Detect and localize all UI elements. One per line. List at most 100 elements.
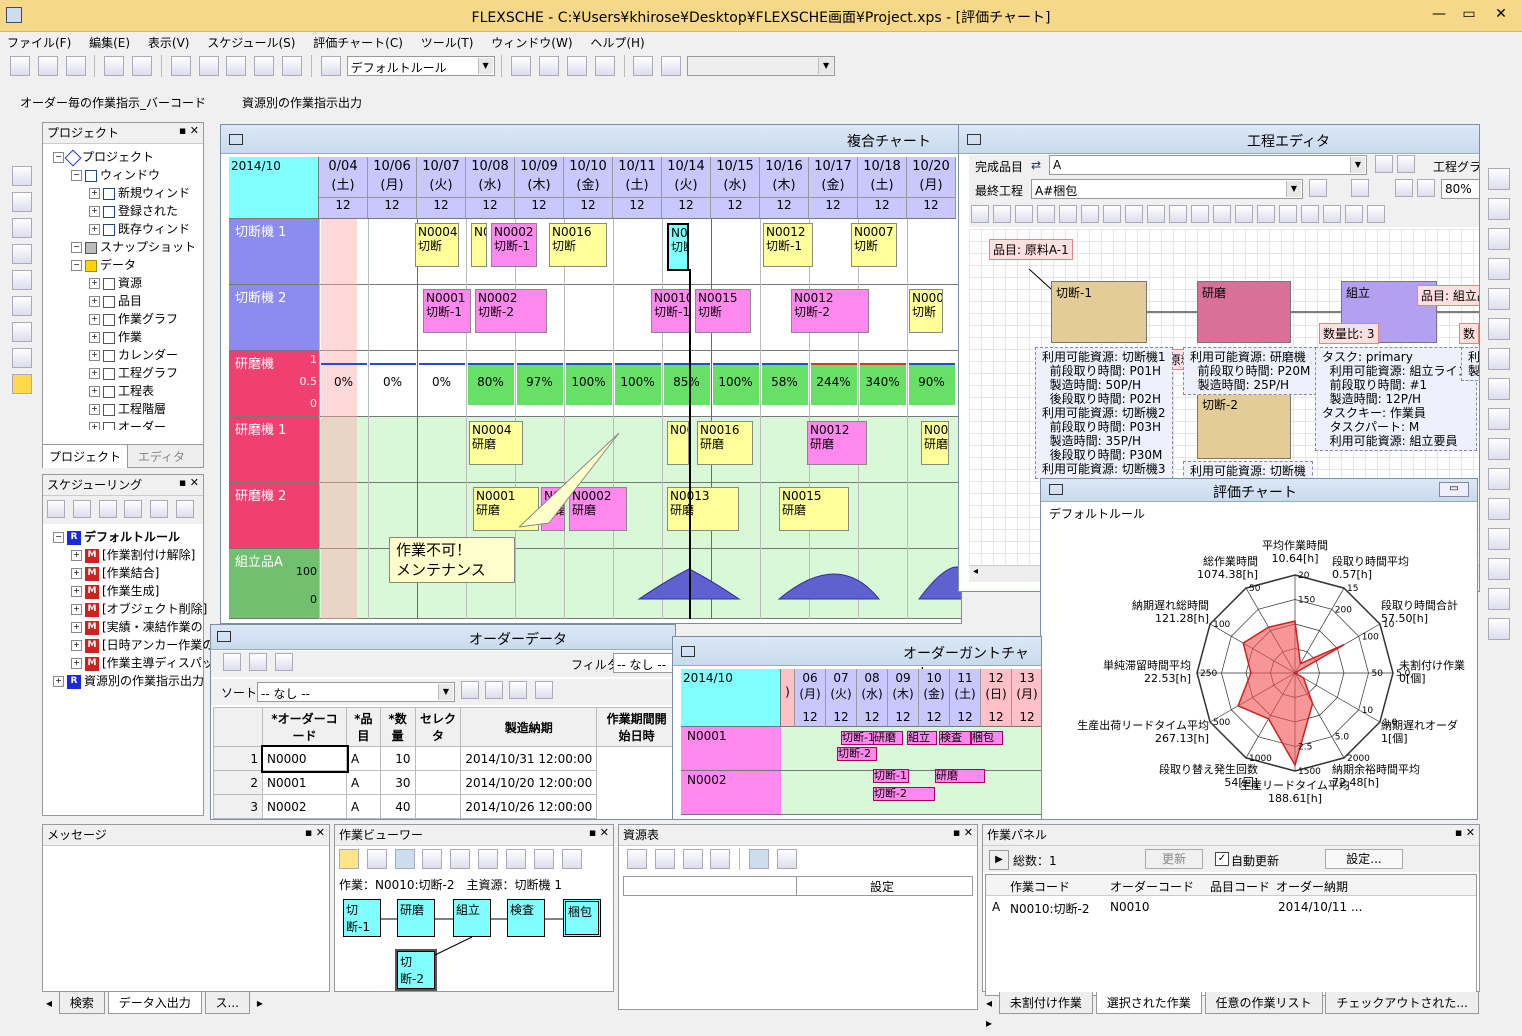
layout-graph-icon[interactable] bbox=[366, 849, 387, 869]
task-bar[interactable]: N0002 切断-1 bbox=[491, 223, 537, 267]
close-button[interactable]: ✕ bbox=[1488, 4, 1514, 24]
expand-icon[interactable]: + bbox=[71, 568, 82, 579]
order-task-bar[interactable]: 研磨 bbox=[873, 731, 903, 745]
final-proc-combo[interactable]: A#梱包 ▼ bbox=[1031, 179, 1303, 199]
order-task-bar[interactable]: 切断-1 bbox=[873, 769, 909, 783]
sort-updown-icon[interactable] bbox=[485, 681, 503, 699]
minimize-button[interactable]: — bbox=[1426, 4, 1452, 24]
pin-close-icon[interactable]: ▪ ✕ bbox=[1455, 826, 1475, 839]
link-icon[interactable] bbox=[1103, 205, 1121, 223]
resource-instructions-button[interactable]: 資源別の作業指示出力 bbox=[242, 94, 362, 111]
unassign-icon[interactable] bbox=[104, 56, 125, 76]
task-bar[interactable]: N0010切断-2 bbox=[667, 223, 689, 271]
tree-item[interactable]: + 既存ウィンド bbox=[47, 220, 199, 238]
chart-settings-icon[interactable] bbox=[511, 56, 532, 76]
zoom-fit-icon[interactable] bbox=[1351, 179, 1369, 197]
properties-icon[interactable] bbox=[776, 849, 797, 869]
split-view-icon[interactable] bbox=[539, 56, 560, 76]
expand-icon[interactable]: + bbox=[89, 296, 100, 307]
item-icon[interactable] bbox=[1081, 205, 1099, 223]
task-bar[interactable]: N0004 研磨 bbox=[469, 421, 523, 465]
rule-tree-item[interactable]: + M [作業生成] bbox=[47, 582, 199, 600]
split-icon[interactable] bbox=[1169, 205, 1187, 223]
minimize-button[interactable]: ▭ bbox=[1439, 482, 1469, 497]
refresh-icon[interactable] bbox=[124, 500, 143, 518]
task-bar[interactable]: N0005切断 bbox=[909, 289, 943, 333]
new-window-icon[interactable] bbox=[1488, 288, 1510, 310]
barcode-instructions-button[interactable]: オーダー毎の作業指示_バーコード bbox=[20, 94, 206, 111]
print-icon[interactable] bbox=[1345, 205, 1363, 223]
order-row-label[interactable]: N0001 bbox=[681, 727, 781, 771]
order-task-bar[interactable]: 切断-2 bbox=[837, 747, 877, 761]
rule-tree-item[interactable]: + R 資源別の作業指示出力 bbox=[47, 672, 204, 690]
layout-tree-icon[interactable] bbox=[339, 849, 359, 869]
table-cell[interactable]: 2014/10/31 12:00:00 bbox=[460, 746, 598, 771]
column-header[interactable]: 作業期間開始日時 bbox=[596, 707, 675, 747]
layout-list-icon[interactable] bbox=[422, 849, 443, 869]
column-header[interactable]: *品目 bbox=[346, 707, 381, 747]
scroll-left-icon[interactable]: ◂ bbox=[42, 994, 56, 1012]
zoom-combo[interactable]: 80% bbox=[1441, 179, 1479, 199]
comment-icon[interactable] bbox=[633, 56, 654, 76]
rule-tree-item[interactable]: + M [オブジェクト削除] bbox=[47, 600, 207, 618]
split-v-icon[interactable] bbox=[1488, 318, 1510, 340]
table-row[interactable]: A N0010:切断-2 N0010 2014/10/11 ... bbox=[986, 896, 1476, 916]
column-header[interactable]: *数量 bbox=[379, 707, 416, 747]
new-icon[interactable] bbox=[654, 849, 675, 869]
expand-icon[interactable]: + bbox=[71, 640, 82, 651]
expand-icon[interactable]: + bbox=[89, 332, 100, 343]
task-bar[interactable]: N0016 研磨 bbox=[697, 421, 753, 465]
expand-icon[interactable]: + bbox=[89, 224, 100, 235]
task-bar[interactable]: N0004 切断 bbox=[415, 223, 459, 267]
detail-icon[interactable] bbox=[478, 849, 499, 869]
expand-icon[interactable]: + bbox=[89, 188, 100, 199]
edit-row-icon[interactable] bbox=[248, 653, 267, 671]
sort-combo[interactable]: -- なし -- ▼ bbox=[257, 682, 455, 702]
table-cell[interactable] bbox=[414, 746, 462, 771]
task-bar[interactable]: N0001 切断-1 bbox=[423, 289, 471, 333]
sort-settings-icon[interactable] bbox=[535, 681, 553, 699]
chevron-down-icon[interactable]: ▼ bbox=[1350, 157, 1365, 173]
tree-item[interactable]: + 新規ウィンド bbox=[47, 184, 199, 202]
grid-icon[interactable] bbox=[1235, 205, 1253, 223]
table-cell[interactable]: A bbox=[346, 794, 381, 819]
resource-row-label[interactable]: 研磨機 1 bbox=[229, 417, 319, 483]
table-cell[interactable]: 30 bbox=[379, 770, 416, 795]
expand-icon[interactable]: + bbox=[71, 586, 82, 597]
table-cell[interactable]: A bbox=[346, 770, 381, 795]
table-cell[interactable]: 40 bbox=[379, 794, 416, 819]
merge-icon[interactable] bbox=[1191, 205, 1209, 223]
properties-icon[interactable] bbox=[274, 653, 293, 671]
order-task-bar[interactable]: 切断-1 bbox=[841, 731, 877, 745]
color-chart-icon[interactable] bbox=[1488, 588, 1510, 610]
tab-search[interactable]: 検索 bbox=[58, 992, 105, 1014]
add-rule-icon[interactable] bbox=[47, 500, 65, 518]
resource-gantt-icon[interactable] bbox=[1488, 378, 1510, 400]
schedule-stop-icon[interactable] bbox=[65, 56, 86, 76]
rule-tree-item[interactable]: + M [作業結合] bbox=[47, 564, 199, 582]
tree-item[interactable]: + 工程グラフ bbox=[47, 364, 199, 382]
expand-icon[interactable]: + bbox=[89, 206, 100, 217]
tree-item[interactable]: − ウィンドウ bbox=[47, 166, 199, 184]
menu-tools[interactable]: ツール(T) bbox=[414, 32, 481, 51]
table-cell[interactable]: 10 bbox=[379, 746, 416, 771]
zoom-out-icon[interactable] bbox=[1417, 179, 1435, 197]
pert-icon[interactable] bbox=[1488, 498, 1510, 520]
reload-icon[interactable] bbox=[12, 218, 32, 238]
arrow-down-icon[interactable] bbox=[176, 500, 195, 518]
tree-item[interactable]: − データ bbox=[47, 256, 199, 274]
target-icon[interactable] bbox=[450, 849, 471, 869]
table-cell[interactable] bbox=[414, 770, 462, 795]
restore-button[interactable]: ▭ bbox=[1456, 4, 1482, 24]
scroll-right-icon[interactable]: ▸ bbox=[253, 994, 267, 1012]
table-row[interactable]: 2 N0001 A 30 2014/10/20 12:00:00 bbox=[213, 770, 676, 795]
window-list-icon[interactable] bbox=[1488, 258, 1510, 280]
tab-project[interactable]: プロジェクト bbox=[43, 445, 129, 468]
tree-item[interactable]: + 工程表 bbox=[47, 382, 199, 400]
expand-icon[interactable]: + bbox=[71, 604, 82, 615]
delete-icon[interactable] bbox=[282, 56, 303, 76]
expand-icon[interactable]: − bbox=[71, 170, 82, 181]
resource-row-label[interactable]: 切断機 2 bbox=[229, 285, 319, 351]
fit-icon[interactable] bbox=[561, 849, 582, 869]
menu-help[interactable]: ヘルプ(H) bbox=[583, 32, 651, 51]
